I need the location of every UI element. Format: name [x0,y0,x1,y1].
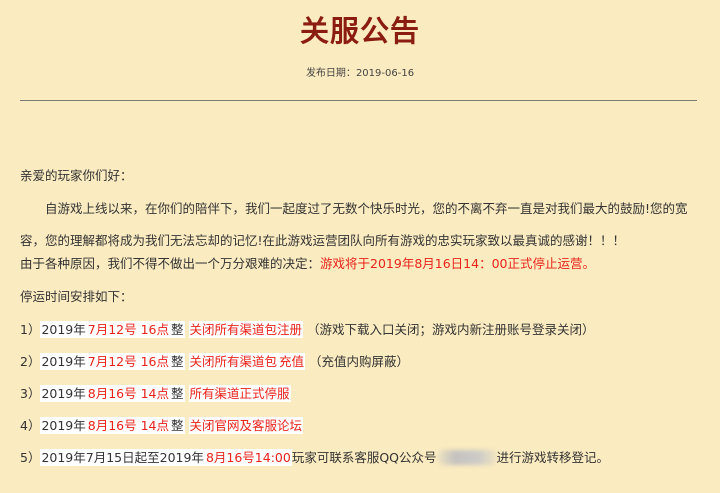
schedule-number: 5） [20,450,41,465]
registration-text: 进行游戏转移登记。 [496,450,610,465]
schedule-number: 2） [20,354,41,369]
shutdown-notice: 游戏将于2019年8月16日14：00正式停止运营。 [320,256,595,271]
schedule-item: 3）2019年 8月16号 14点整 所有渠道正式停服 [20,384,710,404]
schedule-action: 关闭所有渠道包注册 [188,321,304,338]
schedule-action: 关闭所有渠道包 [188,353,279,370]
publish-date: 发布日期：2019-06-16 [0,66,720,82]
publish-date-value: 2019-06-16 [355,68,415,79]
schedule-action: 所有渠道正式停服 [188,385,291,402]
schedule-year: 2019年 [40,385,87,402]
schedule-date: 8月16号 14点 [86,385,171,402]
schedule-zheng: 整 [170,417,185,434]
schedule-date: 7月12号 16点 [86,353,171,370]
schedule-date: 8月16号14:00 [204,449,292,466]
schedule-item: 4）2019年 8月16号 14点整 关闭官网及客服论坛 [20,416,710,436]
divider [20,100,697,101]
schedule-zheng: 整 [170,353,185,370]
schedule-year: 2019年 [40,417,87,434]
schedule-note: （游戏下载入口关闭；游戏内新注册账号登录关闭） [307,322,595,337]
schedule-zheng: 整 [170,321,185,338]
schedule-number: 4） [20,418,41,433]
schedule-action: 关闭官网及客服论坛 [188,417,304,434]
schedule-title: 停运时间安排如下： [20,289,133,304]
schedule-period: 2019年7月15日起至2019年 [40,449,205,466]
schedule-zheng: 整 [170,385,185,402]
schedule-number: 3） [20,386,41,401]
schedule-number: 1） [20,322,41,337]
schedule-note: （充值内购屏蔽） [309,354,410,369]
schedule-year: 2019年 [40,321,87,338]
greeting: 亲爱的玩家你们好： [20,168,133,183]
schedule-item: 2）2019年 7月12号 16点整 关闭所有渠道包 充值 （充值内购屏蔽） [20,352,710,372]
decision-text: 由于各种原因，我们不得不做出一个万分艰难的决定： [20,256,321,271]
schedule-action-tail: 充值 [278,353,306,370]
schedule-item: 1）2019年 7月12号 16点整 关闭所有渠道包注册 （游戏下载入口关闭；游戏… [20,320,710,340]
schedule-item: 5）2019年7月15日起至2019年 8月16号14:00玩家可联系客服QQ公众… [20,448,710,468]
announcement-body: 亲爱的玩家你们好： 自游戏上线以来，在你们的陪伴下，我们一起度过了无数个快乐时光… [20,166,710,480]
decision-paragraph: 由于各种原因，我们不得不做出一个万分艰难的决定：游戏将于2019年8月16日14… [20,254,710,274]
thanks-paragraph: 自游戏上线以来，在你们的陪伴下，我们一起度过了无数个快乐时光，您的不离不弃一直是… [20,201,688,248]
contact-text: 玩家可联系客服QQ公众号 [291,450,437,465]
redacted-qq-account [436,450,497,465]
page-title: 关服公告 [299,14,420,48]
schedule-date: 7月12号 16点 [86,321,171,338]
schedule-date: 8月16号 14点 [86,417,171,434]
schedule-year: 2019年 [40,353,87,370]
publish-date-label: 发布日期： [305,68,356,79]
